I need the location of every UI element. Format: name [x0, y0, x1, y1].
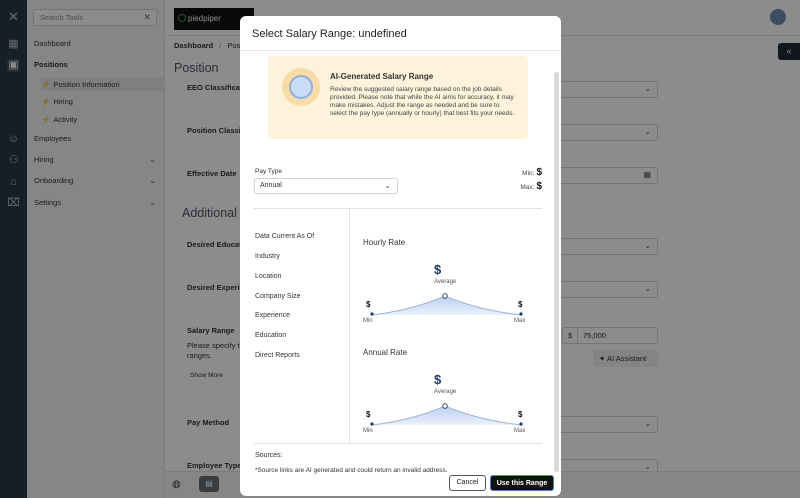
min-value: Min: $ — [522, 167, 542, 178]
hourly-average-label: Average — [434, 279, 457, 285]
criteria-education: Education — [255, 332, 287, 339]
hourly-rate-chart: $ Average $ $ Min Max — [363, 262, 533, 324]
hourly-min-value: $ — [366, 300, 371, 309]
pay-type-label: Pay Type — [255, 168, 282, 175]
sources-label: Sources: — [255, 452, 283, 459]
criteria-industry: Industry — [255, 253, 280, 260]
hourly-rate-title: Hourly Rate — [363, 238, 406, 247]
hourly-max-label: Max — [514, 318, 526, 324]
criteria-company-size: Company Size — [255, 293, 301, 300]
criteria-location: Location — [255, 273, 282, 280]
cancel-button[interactable]: Cancel — [449, 475, 486, 491]
salary-range-modal: Select Salary Range: undefined AI-Genera… — [240, 16, 561, 496]
annual-rate-chart: $ Average $ $ Min Max — [363, 372, 533, 434]
sources-note: *Source links are AI generated and could… — [255, 467, 448, 474]
annual-max-value: $ — [518, 410, 523, 419]
hourly-average-value: $ — [434, 262, 442, 277]
hourly-max-value: $ — [518, 300, 523, 309]
hourly-min-label: Min — [363, 318, 373, 324]
ai-card-title: AI-Generated Salary Range — [330, 72, 434, 81]
ai-robot-icon — [282, 68, 320, 106]
annual-max-label: Max — [514, 428, 526, 434]
modal-scrollbar[interactable] — [554, 72, 559, 472]
use-range-button[interactable]: Use this Range — [490, 475, 554, 491]
modal-title: Select Salary Range: undefined — [252, 28, 407, 40]
annual-rate-title: Annual Rate — [363, 348, 408, 357]
criteria-direct-reports: Direct Reports — [255, 352, 300, 359]
criteria-data-current: Data Current As Of — [255, 233, 315, 240]
hourly-range-curve — [370, 293, 523, 316]
annual-average-value: $ — [434, 372, 442, 387]
ai-info-card: AI-Generated Salary Range Review the sug… — [268, 56, 528, 139]
ai-card-description: Review the suggested salary range based … — [330, 86, 515, 117]
max-value: Max: $ — [520, 181, 542, 192]
pay-type-select[interactable]: Annual ⌄ — [254, 178, 398, 194]
annual-average-label: Average — [434, 389, 457, 395]
chevron-down-icon: ⌄ — [384, 181, 391, 190]
modal-body: AI-Generated Salary Range Review the sug… — [240, 51, 552, 476]
annual-range-curve — [370, 403, 523, 426]
annual-min-value: $ — [366, 410, 371, 419]
annual-min-label: Min — [363, 428, 373, 434]
criteria-experience: Experience — [255, 312, 291, 319]
